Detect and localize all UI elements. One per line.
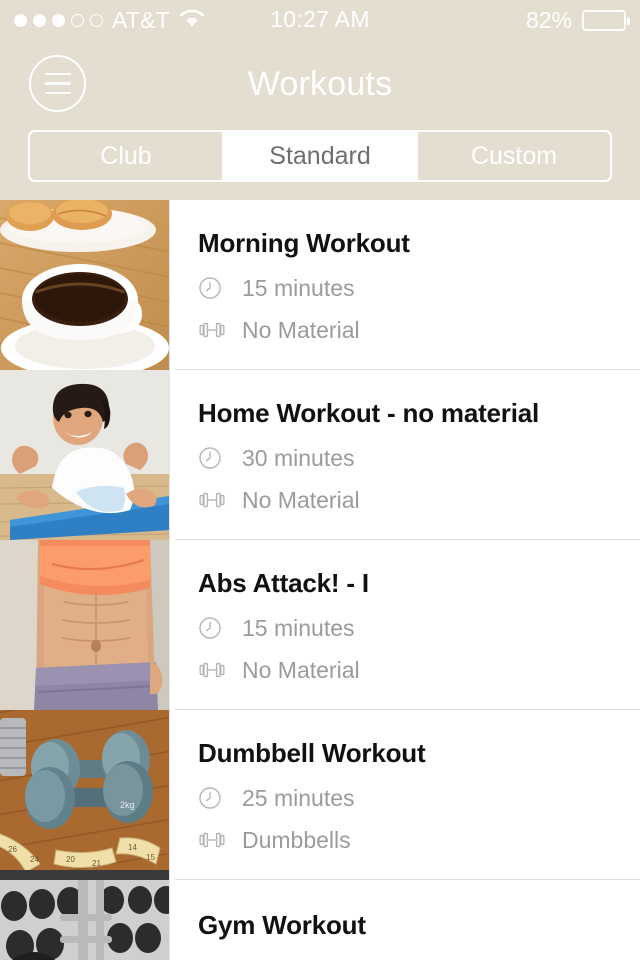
svg-text:26: 26 <box>8 845 17 854</box>
workout-duration: 30 minutes <box>198 446 640 470</box>
dumbbell-icon <box>198 828 228 852</box>
workout-info: Dumbbell Workout 25 minutes Dumbbells <box>170 710 640 880</box>
material-label: No Material <box>242 487 360 513</box>
workout-title: Dumbbell Workout <box>198 738 426 768</box>
material-label: No Material <box>242 657 360 683</box>
wifi-icon <box>179 8 205 33</box>
workout-title: Gym Workout <box>198 910 366 940</box>
workout-material: Dumbbells <box>198 828 640 852</box>
svg-text:20: 20 <box>66 855 75 864</box>
workout-duration: 15 minutes <box>198 276 640 300</box>
page-title: Workouts <box>247 65 393 103</box>
tab-club[interactable]: Club <box>30 132 224 180</box>
material-label: No Material <box>242 317 360 343</box>
dumbbell-icon <box>198 488 228 512</box>
clock-icon <box>198 616 228 640</box>
clock-icon <box>198 276 228 300</box>
clock-icon <box>198 786 228 810</box>
workout-thumbnail <box>0 880 170 960</box>
table-row[interactable]: Home Workout - no material 30 minutes No… <box>0 370 640 540</box>
status-bar-left: AT&T <box>14 8 205 33</box>
table-row[interactable]: 2kg 26 24 20 21 14 15 Dumbbell Workout 2… <box>0 710 640 880</box>
table-row[interactable]: Abs Attack! - I 15 minutes No Material <box>0 540 640 710</box>
svg-text:15: 15 <box>146 853 155 862</box>
segmented-control[interactable]: Club Standard Custom <box>28 130 612 182</box>
app-screen: AT&T 10:27 AM 82% Workouts Club Standard… <box>0 0 640 960</box>
svg-text:24: 24 <box>30 855 39 864</box>
workout-thumbnail <box>0 200 170 370</box>
workout-list[interactable]: Morning Workout 15 minutes No Material H… <box>0 200 640 960</box>
svg-text:2kg: 2kg <box>120 800 135 810</box>
workout-duration: 15 minutes <box>198 616 640 640</box>
duration-label: 25 minutes <box>242 785 355 811</box>
material-label: Dumbbells <box>242 827 351 853</box>
workout-info: Abs Attack! - I 15 minutes No Material <box>170 540 640 710</box>
carrier-label: AT&T <box>112 6 170 33</box>
svg-text:14: 14 <box>128 843 137 852</box>
dumbbell-icon <box>198 318 228 342</box>
battery-icon <box>582 9 630 31</box>
dumbbell-icon <box>198 658 228 682</box>
tab-custom[interactable]: Custom <box>418 132 610 180</box>
signal-strength-icon <box>14 13 103 27</box>
workout-thumbnail: 2kg 26 24 20 21 14 15 <box>0 710 170 880</box>
workout-title: Home Workout - no material <box>198 398 540 428</box>
clock-icon <box>198 446 228 470</box>
duration-label: 30 minutes <box>242 445 355 471</box>
workout-title: Abs Attack! - I <box>198 568 369 598</box>
duration-label: 15 minutes <box>242 615 355 641</box>
workout-material: No Material <box>198 658 640 682</box>
workout-thumbnail <box>0 540 170 710</box>
workout-title: Morning Workout <box>198 228 410 258</box>
table-row[interactable]: Morning Workout 15 minutes No Material <box>0 200 640 370</box>
workout-info: Home Workout - no material 30 minutes No… <box>170 370 640 540</box>
workout-thumbnail <box>0 370 170 540</box>
tab-standard[interactable]: Standard <box>224 132 418 180</box>
table-row[interactable]: Gym Workout <box>0 880 640 960</box>
workout-material: No Material <box>198 488 640 512</box>
battery-percent-label: 82% <box>525 6 572 33</box>
duration-label: 15 minutes <box>242 275 355 301</box>
workout-info: Gym Workout <box>170 880 640 960</box>
clock-label: 10:27 AM <box>270 6 370 32</box>
workout-info: Morning Workout 15 minutes No Material <box>170 200 640 370</box>
nav-header: Workouts Club Standard Custom <box>0 40 640 200</box>
status-bar-right: 82% <box>525 6 630 33</box>
status-bar: AT&T 10:27 AM 82% <box>0 0 640 40</box>
workout-duration: 25 minutes <box>198 786 640 810</box>
svg-text:21: 21 <box>92 859 101 868</box>
workout-material: No Material <box>198 318 640 342</box>
